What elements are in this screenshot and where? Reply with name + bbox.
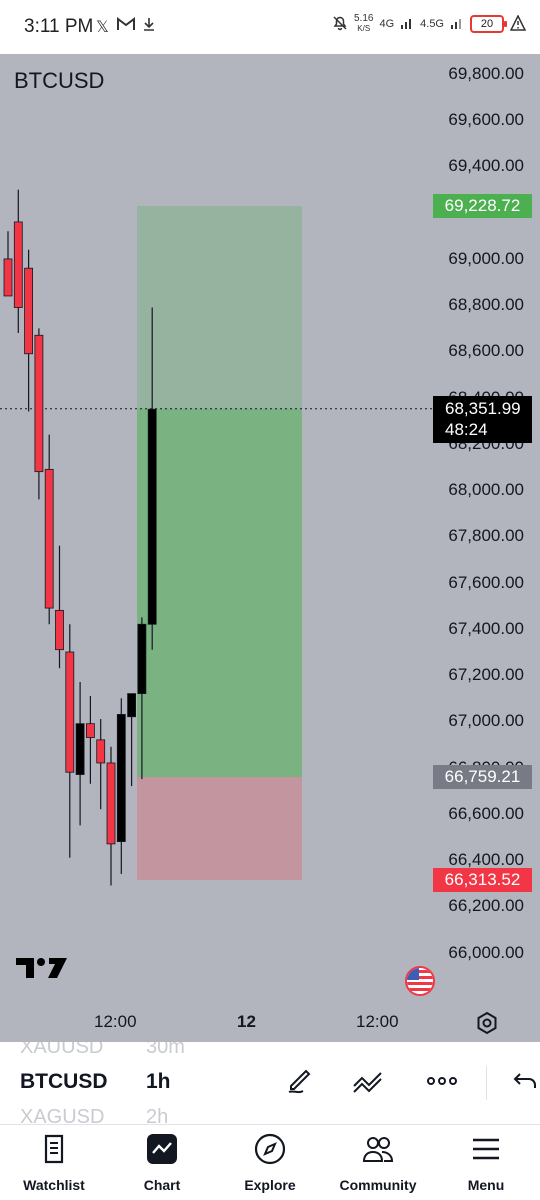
more-options-button[interactable] [426, 1064, 458, 1101]
prev-interval: 30m [146, 1042, 185, 1058]
entry-price-tag: 66,759.21 [433, 765, 532, 790]
nav-label: Watchlist [23, 1177, 85, 1193]
status-left-icons: 𝕏 [96, 17, 155, 37]
candle-body [34, 334, 44, 473]
mute-icon [332, 15, 348, 34]
net-speed: 5.16 K/S [354, 14, 373, 34]
nav-watchlist[interactable]: Watchlist [0, 1125, 108, 1200]
community-icon [362, 1137, 394, 1162]
candle-body [96, 739, 106, 764]
candle-countdown: 48:24 [445, 420, 488, 439]
nav-chart[interactable]: Chart [108, 1125, 216, 1200]
candle-body [116, 714, 126, 842]
status-bar: 3:11 PM 𝕏 5.16 K/S 4G 4.5G 20 [0, 0, 540, 54]
candle-body [55, 609, 64, 651]
download-icon [143, 17, 155, 37]
x-icon: 𝕏 [96, 19, 109, 36]
status-right: 5.16 K/S 4G 4.5G 20 [332, 13, 527, 34]
candle-body [147, 408, 157, 625]
price-axis-label: 69,600.00 [448, 110, 524, 130]
menu-icon [473, 1138, 499, 1160]
price-axis-label: 67,200.00 [448, 665, 524, 685]
drawing-tools-button[interactable] [284, 1064, 316, 1101]
compass-icon [254, 1133, 286, 1165]
symbol-selector[interactable]: BTCUSD [20, 1070, 108, 1094]
network-label-2: 4.5G [420, 18, 444, 30]
warning-icon [509, 13, 527, 34]
battery-icon: 20 [470, 15, 507, 33]
candle-body [3, 258, 13, 297]
more-dots-icon [427, 1077, 457, 1085]
undo-icon [513, 1073, 536, 1088]
indicators-icon [353, 1072, 382, 1093]
chart-icon [147, 1134, 177, 1164]
price-axis-label: 68,800.00 [448, 295, 524, 315]
candle-body [44, 468, 54, 609]
price-axis-label: 67,400.00 [448, 618, 524, 638]
pen-icon [288, 1069, 311, 1094]
interval-selector[interactable]: 1h [146, 1070, 171, 1094]
price-axis-label: 69,000.00 [448, 248, 524, 268]
nav-community[interactable]: Community [324, 1125, 432, 1200]
prev-symbol-ghost[interactable]: XAUUSD 30m [20, 1042, 185, 1059]
bottom-nav: Watchlist Chart Explore Community Menu [0, 1124, 540, 1200]
candle-body [65, 651, 75, 773]
price-axis-label: 67,800.00 [448, 526, 524, 546]
candle-body [13, 221, 23, 308]
candle-body [137, 623, 147, 695]
chart-area[interactable]: BTCUSD 69,800.00 69,600.00 69,400.00 69,000… [0, 54, 540, 1042]
net-speed-value: 5.16 [353, 13, 374, 24]
nav-label: Chart [143, 1177, 181, 1193]
next-symbol: XAGUSD [20, 1106, 105, 1124]
indicators-button[interactable] [352, 1064, 388, 1101]
us-flag-icon[interactable] [405, 966, 435, 996]
price-axis-label: 68,000.00 [448, 480, 524, 500]
net-speed-unit: K/S [357, 24, 371, 33]
price-axis-label: 66,000.00 [448, 942, 524, 962]
take-profit-zone-filled [137, 408, 302, 778]
chart-settings-icon[interactable] [475, 1011, 499, 1040]
price-axis-label: 68,600.00 [448, 341, 524, 361]
price-axis-label: 67,000.00 [448, 711, 524, 731]
nav-label: Explore [244, 1177, 296, 1193]
chart-symbol-title[interactable]: BTCUSD [14, 68, 104, 94]
time-axis-label: 12:00 [356, 1012, 399, 1031]
price-axis-label: 69,800.00 [448, 64, 524, 83]
candle-body [86, 723, 95, 738]
toolbar-divider [486, 1066, 487, 1100]
nav-label: Community [339, 1177, 417, 1193]
candle-body [106, 762, 116, 845]
nav-menu[interactable]: Menu [432, 1125, 540, 1200]
candle-body [127, 693, 136, 718]
take-profit-price-tag: 69,228.72 [433, 194, 532, 219]
time-axis-label: 12 [237, 1012, 256, 1031]
signal-icon [450, 16, 464, 33]
stop-loss-price-tag: 66,313.52 [433, 868, 532, 893]
candle-body [24, 267, 34, 355]
gmail-icon [116, 17, 135, 37]
nav-label: Menu [467, 1177, 505, 1193]
status-time: 3:11 PM [24, 16, 94, 37]
tradingview-logo[interactable] [16, 954, 68, 987]
candle-body [75, 723, 85, 775]
time-axis-label: 12:00 [94, 1012, 137, 1031]
price-axis-label: 67,600.00 [448, 572, 524, 592]
price-axis-label: 66,200.00 [448, 896, 524, 916]
network-label-1: 4G [379, 18, 395, 30]
nav-explore[interactable]: Explore [216, 1125, 324, 1200]
stop-loss-zone [137, 777, 302, 881]
current-price: 68,351.99 [445, 399, 521, 418]
price-axis-label: 66,600.00 [448, 803, 524, 823]
symbol-toolbar: XAUUSD 30m BTCUSD 1h XAGUSD 2h [0, 1042, 540, 1124]
current-price-tag: 68,351.99 48:24 [433, 396, 532, 443]
next-interval: 2h [146, 1106, 169, 1124]
next-symbol-ghost[interactable]: XAGUSD 2h [20, 1106, 168, 1124]
price-axis-label: 69,400.00 [448, 156, 524, 176]
undo-button[interactable] [512, 1064, 540, 1101]
prev-symbol: XAUUSD [20, 1042, 104, 1058]
signal-icon [400, 16, 414, 33]
watchlist-icon [44, 1134, 64, 1164]
take-profit-zone-upper [137, 206, 302, 409]
